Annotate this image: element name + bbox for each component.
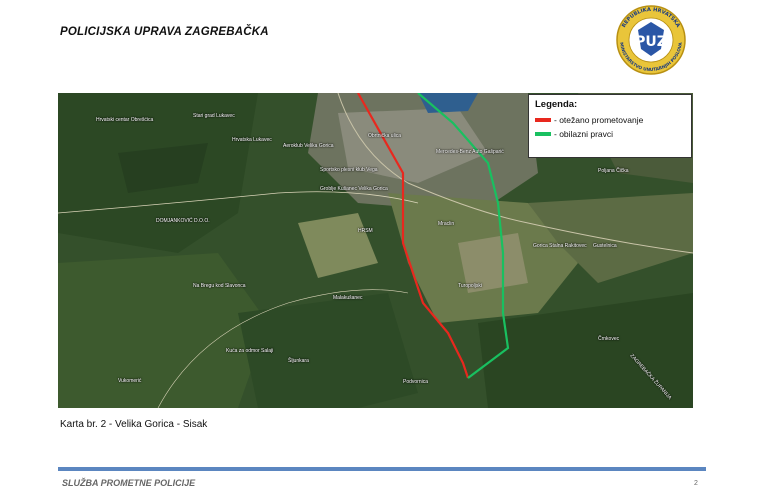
footer-divider (58, 467, 706, 471)
map-label: Groblje Kušanec Velika Gorica (320, 186, 388, 192)
map-label: Šljunkara (288, 358, 309, 364)
legend-item-label: - otežano prometovanje (554, 115, 644, 125)
footer-text: SLUŽBA PROMETNE POLICIJE (62, 478, 196, 488)
legend-title: Legenda: (535, 99, 578, 110)
map-label: Kuća za odmor Salaji (226, 348, 274, 354)
logo-center-text: PUZ (635, 34, 667, 50)
map-label: Mraclin (438, 221, 455, 227)
map-label: Sportsko plesni klub Vega (320, 167, 378, 173)
map-label: Stari grad Lukavec (193, 113, 235, 119)
map-label: Hrvatski centar Obrešćica (96, 117, 154, 123)
map-label: Poljana Čička (598, 168, 629, 174)
map-label: Na Bregu kod Slavonca (193, 283, 246, 289)
map-label: Gorica Stalna Rakitovec (533, 243, 587, 249)
map-label: HRSM (358, 228, 373, 234)
legend-item-difficult: - otežano prometovanje (535, 115, 685, 125)
page-number: 2 (694, 480, 698, 487)
legend-item-detour: - obilazni pravci (535, 129, 685, 139)
map-label: Gustelnica (593, 243, 617, 249)
map-label: Aeroklub Velika Gorica (283, 143, 334, 149)
legend-swatch-green (535, 132, 551, 136)
map-label: Malakušanec (333, 295, 363, 301)
legend-swatch-red (535, 118, 551, 122)
map-label: Črnkovec (598, 336, 620, 342)
legend-item-label: - obilazni pravci (554, 129, 614, 139)
page-title: POLICIJSKA UPRAVA ZAGREBAČKA (60, 26, 269, 38)
map-label: DOMJANKOVIĆ D.O.O. (156, 218, 210, 224)
map-label: Podvornica (403, 379, 429, 385)
map-legend: Legenda: - otežano prometovanje - obilaz… (528, 94, 692, 158)
map-label: Obrtnička ulica (368, 133, 402, 139)
map-label: Vukomerić (118, 378, 142, 384)
map-label: Mercedes-Benz Auto Gašparić (436, 149, 504, 155)
satellite-map[interactable]: Hrvatski centar Obrešćica Stari grad Luk… (58, 93, 693, 408)
police-emblem-icon: PUZ REPUBLIKA HRVATSKA MINISTARSTVO UNUT… (612, 4, 690, 76)
map-caption: Karta br. 2 - Velika Gorica - Sisak (60, 419, 208, 430)
map-label: Turopoljski (458, 283, 482, 289)
map-label: Hrvatska Lukavec (232, 137, 272, 143)
